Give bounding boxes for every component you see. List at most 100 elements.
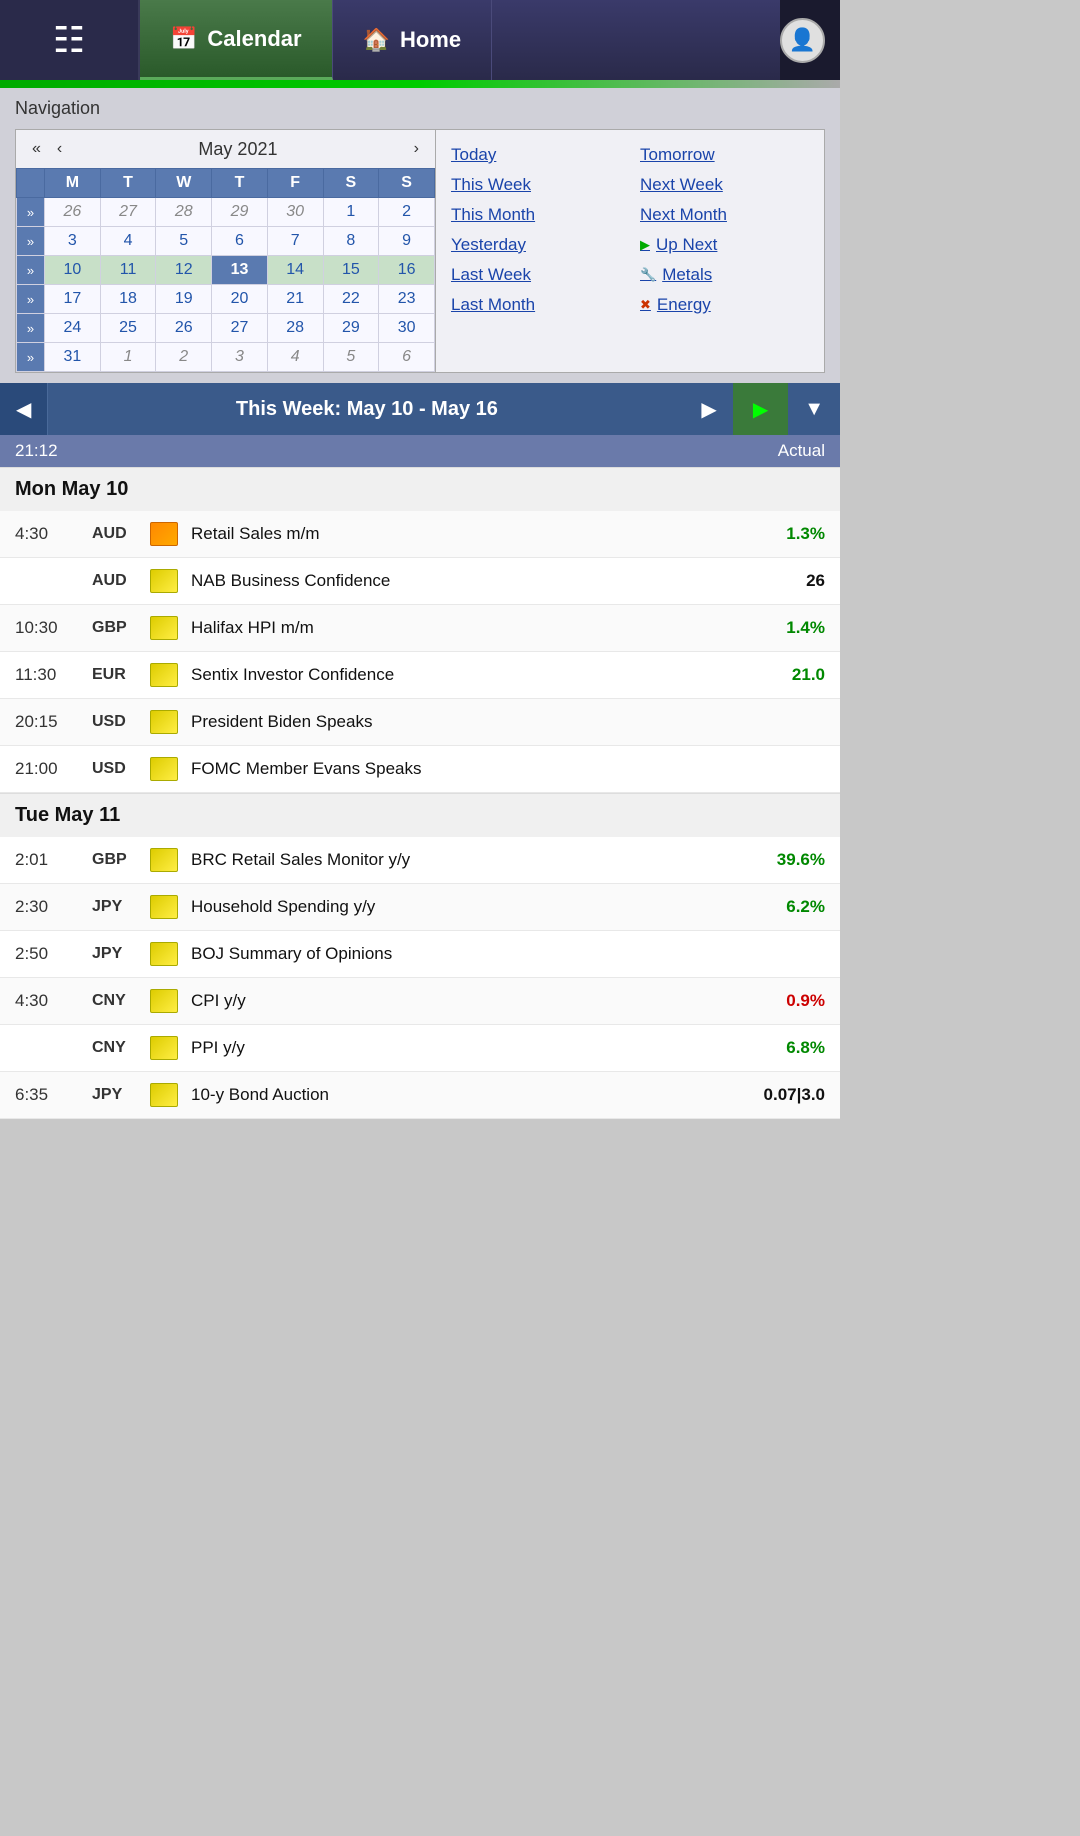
link-last-month[interactable]: Last Month bbox=[451, 295, 620, 315]
week-next-button[interactable]: ▶ bbox=[685, 383, 732, 435]
calendar-day[interactable]: 7 bbox=[267, 227, 323, 256]
calendar-day[interactable]: 17 bbox=[45, 285, 101, 314]
calendar-day[interactable]: 2 bbox=[379, 198, 435, 227]
calendar-day[interactable]: 23 bbox=[379, 285, 435, 314]
cal-next-month-button[interactable]: › bbox=[408, 138, 425, 160]
tab-home[interactable]: 🏠 Home bbox=[333, 0, 493, 80]
event-time: 4:30 bbox=[15, 991, 80, 1011]
calendar-day[interactable]: 26 bbox=[45, 198, 101, 227]
event-row[interactable]: CNYPPI y/y6.8% bbox=[0, 1025, 840, 1072]
week-number[interactable]: » bbox=[17, 256, 45, 285]
event-name: BRC Retail Sales Monitor y/y bbox=[191, 850, 743, 870]
event-row[interactable]: 10:30GBPHalifax HPI m/m1.4% bbox=[0, 605, 840, 652]
event-row[interactable]: 2:30JPYHousehold Spending y/y6.2% bbox=[0, 884, 840, 931]
calendar-day[interactable]: 9 bbox=[379, 227, 435, 256]
event-currency: AUD bbox=[92, 525, 137, 543]
header: ☷ 📅 Calendar 🏠 Home 👤 bbox=[0, 0, 840, 80]
event-row[interactable]: 21:00USDFOMC Member Evans Speaks bbox=[0, 746, 840, 793]
event-name: Sentix Investor Confidence bbox=[191, 665, 743, 685]
link-up-next[interactable]: ▶ Up Next bbox=[640, 235, 809, 255]
event-currency: USD bbox=[92, 713, 137, 731]
event-row[interactable]: 6:35JPY10-y Bond Auction0.07|3.0 bbox=[0, 1072, 840, 1119]
calendar-day[interactable]: 14 bbox=[267, 256, 323, 285]
link-next-month[interactable]: Next Month bbox=[640, 205, 809, 225]
calendar-day[interactable]: 15 bbox=[323, 256, 379, 285]
cal-prev-year-button[interactable]: « bbox=[26, 138, 47, 160]
event-row[interactable]: 2:01GBPBRC Retail Sales Monitor y/y39.6% bbox=[0, 837, 840, 884]
event-importance-icon bbox=[149, 662, 179, 688]
event-row[interactable]: 20:15USDPresident Biden Speaks bbox=[0, 699, 840, 746]
day-header-sat: S bbox=[323, 169, 379, 198]
link-next-week[interactable]: Next Week bbox=[640, 175, 809, 195]
calendar-day[interactable]: 6 bbox=[212, 227, 268, 256]
event-time: 2:01 bbox=[15, 850, 80, 870]
calendar-day[interactable]: 3 bbox=[45, 227, 101, 256]
calendar-day[interactable]: 4 bbox=[267, 343, 323, 372]
week-number[interactable]: » bbox=[17, 198, 45, 227]
calendar-day[interactable]: 30 bbox=[379, 314, 435, 343]
week-number[interactable]: » bbox=[17, 227, 45, 256]
calendar-day[interactable]: 4 bbox=[100, 227, 156, 256]
calendar-day[interactable]: 27 bbox=[100, 198, 156, 227]
event-time: 6:35 bbox=[15, 1085, 80, 1105]
calendar-day[interactable]: 27 bbox=[212, 314, 268, 343]
week-prev-button[interactable]: ◀ bbox=[0, 383, 48, 435]
week-filter-button[interactable]: ▼ bbox=[788, 383, 840, 435]
event-name: PPI y/y bbox=[191, 1038, 743, 1058]
calendar-day[interactable]: 1 bbox=[323, 198, 379, 227]
calendar-day[interactable]: 12 bbox=[156, 256, 212, 285]
link-metals[interactable]: 🔧 Metals bbox=[640, 265, 809, 285]
calendar-day[interactable]: 16 bbox=[379, 256, 435, 285]
link-last-week[interactable]: Last Week bbox=[451, 265, 620, 285]
calendar-day[interactable]: 19 bbox=[156, 285, 212, 314]
calendar-day[interactable]: 11 bbox=[100, 256, 156, 285]
week-number[interactable]: » bbox=[17, 285, 45, 314]
link-yesterday[interactable]: Yesterday bbox=[451, 235, 620, 255]
calendar-day[interactable]: 26 bbox=[156, 314, 212, 343]
calendar-day[interactable]: 30 bbox=[267, 198, 323, 227]
calendar-day[interactable]: 6 bbox=[379, 343, 435, 372]
calendar-day[interactable]: 10 bbox=[45, 256, 101, 285]
tab-calendar[interactable]: 📅 Calendar bbox=[140, 0, 333, 80]
calendar-day[interactable]: 24 bbox=[45, 314, 101, 343]
event-row[interactable]: AUDNAB Business Confidence26 bbox=[0, 558, 840, 605]
week-play-button[interactable]: ▶ bbox=[733, 383, 788, 435]
event-row[interactable]: 2:50JPYBOJ Summary of Opinions bbox=[0, 931, 840, 978]
link-this-month[interactable]: This Month bbox=[451, 205, 620, 225]
link-tomorrow[interactable]: Tomorrow bbox=[640, 145, 809, 165]
calendar-day[interactable]: 29 bbox=[212, 198, 268, 227]
cal-prev-month-button[interactable]: ‹ bbox=[51, 138, 68, 160]
event-time: 10:30 bbox=[15, 618, 80, 638]
calendar-day[interactable]: 29 bbox=[323, 314, 379, 343]
event-row[interactable]: 4:30AUDRetail Sales m/m1.3% bbox=[0, 511, 840, 558]
calendar-day[interactable]: 31 bbox=[45, 343, 101, 372]
event-name: 10-y Bond Auction bbox=[191, 1085, 743, 1105]
link-today[interactable]: Today bbox=[451, 145, 620, 165]
event-row[interactable]: 11:30EURSentix Investor Confidence21.0 bbox=[0, 652, 840, 699]
calendar-day[interactable]: 18 bbox=[100, 285, 156, 314]
calendar-day[interactable]: 1 bbox=[100, 343, 156, 372]
calendar-day[interactable]: 2 bbox=[156, 343, 212, 372]
link-this-week[interactable]: This Week bbox=[451, 175, 620, 195]
calendar-day[interactable]: 22 bbox=[323, 285, 379, 314]
calendar-day[interactable]: 13 bbox=[212, 256, 268, 285]
event-name: Halifax HPI m/m bbox=[191, 618, 743, 638]
calendar-day[interactable]: 5 bbox=[156, 227, 212, 256]
week-number[interactable]: » bbox=[17, 343, 45, 372]
avatar[interactable]: 👤 bbox=[780, 18, 825, 63]
calendar-day[interactable]: 28 bbox=[267, 314, 323, 343]
event-row[interactable]: 4:30CNYCPI y/y0.9% bbox=[0, 978, 840, 1025]
calendar-day[interactable]: 25 bbox=[100, 314, 156, 343]
calendar-day[interactable]: 21 bbox=[267, 285, 323, 314]
calendar-day[interactable]: 3 bbox=[212, 343, 268, 372]
week-number[interactable]: » bbox=[17, 314, 45, 343]
event-currency: USD bbox=[92, 760, 137, 778]
calendar-day[interactable]: 28 bbox=[156, 198, 212, 227]
link-energy[interactable]: ✖ Energy bbox=[640, 295, 809, 315]
calendar-grid: M T W T F S S »262728293012»3456789»1011… bbox=[16, 168, 435, 372]
event-time: 4:30 bbox=[15, 524, 80, 544]
calendar-day[interactable]: 20 bbox=[212, 285, 268, 314]
calendar-day[interactable]: 5 bbox=[323, 343, 379, 372]
event-actual: 0.9% bbox=[755, 991, 825, 1011]
calendar-day[interactable]: 8 bbox=[323, 227, 379, 256]
